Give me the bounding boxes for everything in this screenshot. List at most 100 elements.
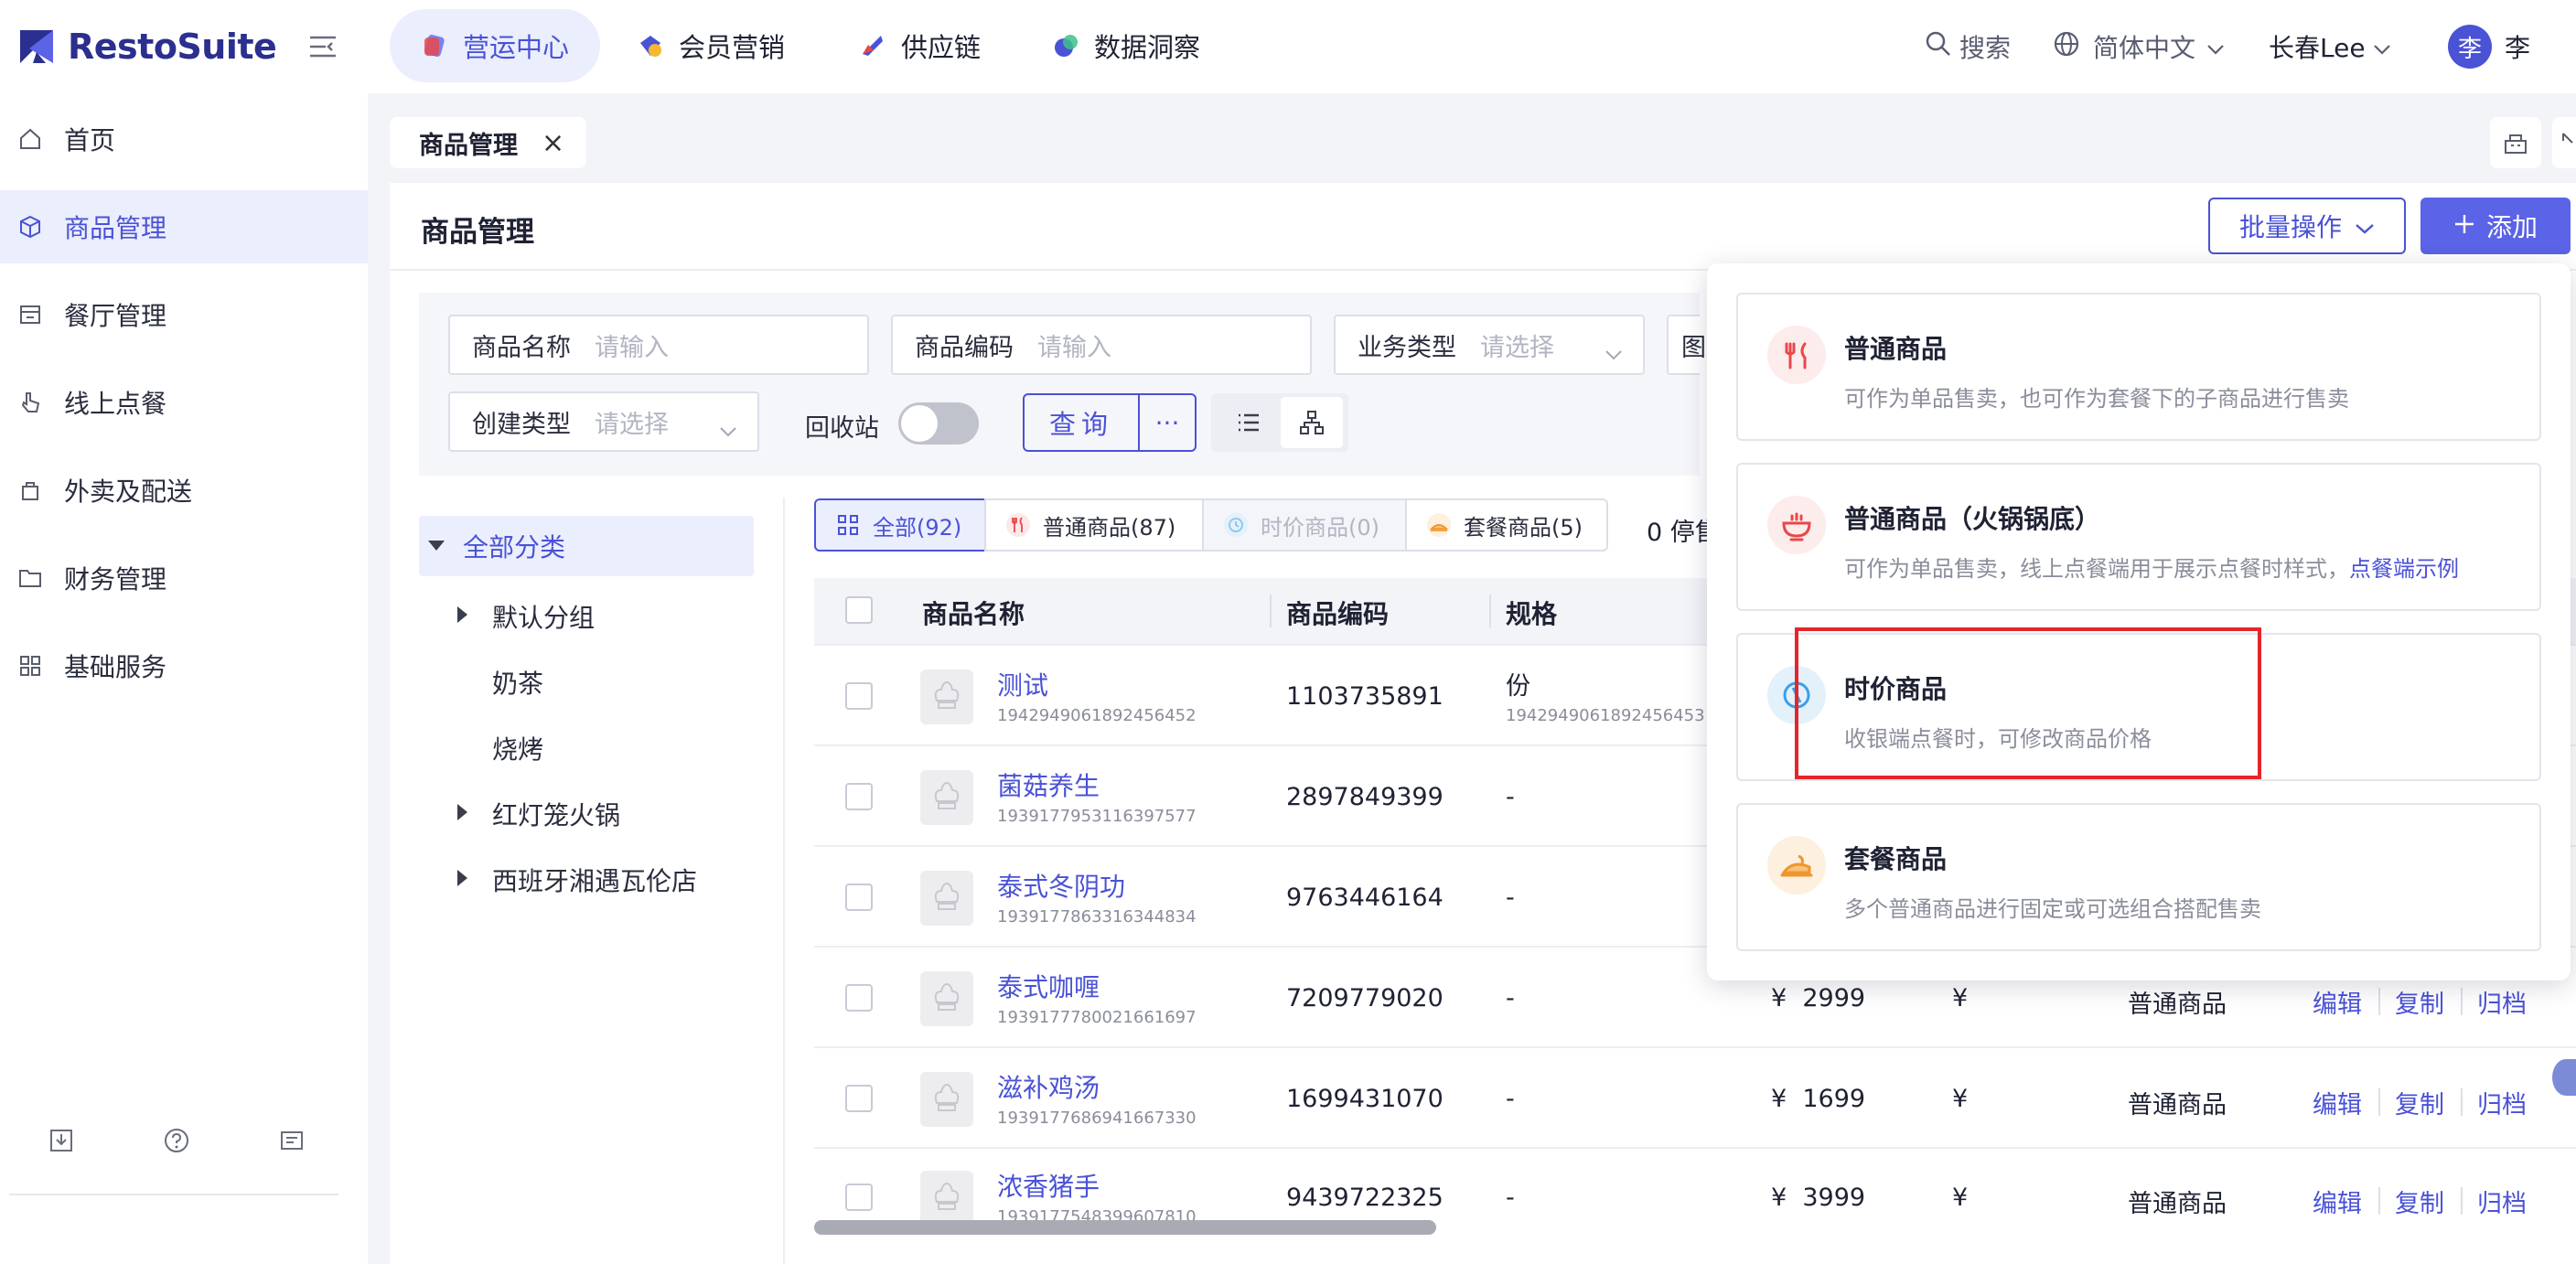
menu-collapse-icon[interactable]	[307, 31, 338, 62]
field-label: 商品名称	[472, 333, 571, 362]
sidebar-item-delivery[interactable]: 外卖及配送	[0, 454, 368, 527]
more-filters-button[interactable]: ···	[1140, 395, 1195, 450]
org-selector[interactable]: 长春Lee	[2269, 20, 2391, 73]
product-spec: -	[1506, 1184, 1515, 1212]
spec-id: 1942949061892456453	[1506, 706, 1705, 725]
product-name-link[interactable]: 浓香猪手	[997, 1167, 1100, 1204]
page-tab-products[interactable]: 商品管理 ×	[390, 117, 587, 168]
copy-link[interactable]: 复制	[2395, 1085, 2444, 1120]
type-tab-normal[interactable]: 普通商品(87)	[984, 498, 1204, 552]
tree-item-default-group[interactable]: 默认分组	[457, 598, 595, 635]
building-icon	[2503, 130, 2528, 159]
add-option-combo[interactable]: 套餐商品 多个普通商品进行固定或可选组合搭配售卖	[1736, 803, 2541, 951]
nav-tab-data-insight[interactable]: 数据洞察	[1021, 9, 1231, 82]
tree-item-hotpot[interactable]: 红灯笼火锅	[457, 796, 620, 832]
product-code-input[interactable]: 请输入	[1014, 327, 1111, 363]
member-price: ¥	[1952, 984, 1969, 1012]
product-name-link[interactable]: 菌菇养生	[997, 766, 1100, 803]
product-name-field[interactable]: 商品名称 请输入	[448, 315, 869, 375]
tab-tool-button[interactable]	[2490, 117, 2541, 168]
copy-link[interactable]: 复制	[2395, 1184, 2444, 1219]
business-type-select[interactable]: 业务类型 请选择	[1334, 315, 1645, 375]
language-selector[interactable]: 简体中文	[2053, 20, 2225, 73]
edit-link[interactable]: 编辑	[2313, 984, 2362, 1020]
nav-tab-member-marketing[interactable]: 会员营销	[606, 9, 816, 82]
tree-item-milk-tea[interactable]: 奶茶	[492, 664, 543, 701]
help-icon[interactable]	[163, 1127, 190, 1154]
product-name-link[interactable]: 泰式咖喱	[997, 968, 1100, 1004]
sidebar-item-home[interactable]: 首页	[0, 102, 368, 176]
ordering-example-link[interactable]: 点餐端示例	[2349, 556, 2459, 582]
recycle-bin-toggle[interactable]	[898, 402, 979, 445]
type-tab-combo[interactable]: 套餐商品(5)	[1405, 498, 1608, 552]
user-menu[interactable]: 李 李	[2448, 20, 2530, 73]
sidebar-item-label: 基础服务	[64, 652, 167, 682]
nav-tab-supply-chain[interactable]: 供应链	[828, 9, 1012, 82]
row-checkbox[interactable]	[845, 884, 873, 911]
sidebar-item-label: 财务管理	[64, 564, 167, 595]
nav-tab-ops-center[interactable]: 营运中心	[390, 9, 601, 82]
row-checkbox[interactable]	[845, 1184, 873, 1211]
row-checkbox[interactable]	[845, 984, 873, 1012]
batch-operation-button[interactable]: 批量操作	[2208, 198, 2406, 254]
tree-item-all[interactable]: 全部分类	[419, 516, 754, 576]
product-type: 普通商品	[2128, 1091, 2227, 1119]
edit-link[interactable]: 编辑	[2313, 1184, 2362, 1219]
sidebar-item-finance[interactable]: 财务管理	[0, 541, 368, 615]
product-code-field[interactable]: 商品编码 请输入	[891, 315, 1312, 375]
fullscreen-button[interactable]	[2552, 117, 2576, 168]
product-price: ¥ 2999	[1771, 984, 1866, 1012]
product-name-input[interactable]: 请输入	[571, 327, 669, 363]
sidebar-item-basic-services[interactable]: 基础服务	[0, 629, 368, 702]
search-label: 搜索	[1959, 33, 2012, 63]
search-button[interactable]: 搜索	[1925, 20, 2011, 73]
query-button[interactable]: 查询	[1025, 395, 1140, 450]
expand-icon	[2560, 130, 2576, 159]
row-checkbox[interactable]	[845, 1085, 873, 1112]
type-tab-all[interactable]: 全部(92)	[814, 498, 986, 552]
copy-link[interactable]: 复制	[2395, 984, 2444, 1020]
row-checkbox[interactable]	[845, 682, 873, 710]
sidebar-item-restaurants[interactable]: 餐厅管理	[0, 278, 368, 351]
sidebar-item-online-order[interactable]: 线上点餐	[0, 366, 368, 439]
add-option-normal[interactable]: 普通商品 可作为单品售卖，也可作为套餐下的子商品进行售卖	[1736, 293, 2541, 441]
sidebar-item-label: 餐厅管理	[64, 301, 167, 331]
product-spec: -	[1506, 884, 1515, 912]
tree-view-button[interactable]	[1281, 397, 1343, 448]
toggle-knob	[901, 405, 938, 442]
download-icon[interactable]	[48, 1127, 75, 1154]
tree-item-spain-store[interactable]: 西班牙湘遇瓦伦店	[457, 862, 697, 898]
tree-item-bbq[interactable]: 烧烤	[492, 730, 543, 766]
create-type-select[interactable]: 创建类型 请选择	[448, 391, 759, 452]
notice-icon[interactable]	[278, 1127, 306, 1154]
archive-link[interactable]: 归档	[2477, 1085, 2527, 1120]
add-option-hotpot[interactable]: 普通商品（火锅锅底） 可作为单品售卖，线上点餐端用于展示点餐时样式，点餐端示例	[1736, 463, 2541, 611]
add-button[interactable]: 添加	[2420, 198, 2571, 254]
row-checkbox[interactable]	[845, 783, 873, 810]
product-thumbnail	[920, 971, 973, 1026]
product-code: 1103735891	[1286, 682, 1444, 711]
category-field[interactable]: 图	[1667, 315, 1706, 375]
select-all-checkbox[interactable]	[845, 596, 873, 624]
horizontal-scrollbar[interactable]	[814, 1220, 1436, 1235]
grid-icon	[836, 513, 860, 537]
floating-assistant-icon[interactable]	[2552, 1059, 2576, 1096]
caret-right-icon	[457, 870, 467, 886]
edit-link[interactable]: 编辑	[2313, 1085, 2362, 1120]
column-divider	[1270, 595, 1272, 627]
column-header-spec: 规格	[1506, 599, 1558, 629]
product-name-link[interactable]: 滋补鸡汤	[997, 1068, 1100, 1105]
close-icon[interactable]: ×	[542, 127, 564, 159]
column-header-name: 商品名称	[922, 599, 1025, 629]
product-name-link[interactable]: 泰式冬阴功	[997, 867, 1125, 904]
product-name-link[interactable]: 测试	[997, 666, 1048, 702]
logo[interactable]: RestoSuite	[16, 24, 277, 70]
member-price: ¥	[1952, 1184, 1969, 1212]
product-type: 普通商品	[2128, 991, 2227, 1019]
archive-link[interactable]: 归档	[2477, 1184, 2527, 1219]
query-button-group: 查询 ···	[1023, 393, 1197, 452]
archive-link[interactable]: 归档	[2477, 984, 2527, 1020]
list-view-button[interactable]	[1217, 397, 1279, 448]
combo-icon	[1427, 513, 1451, 537]
sidebar-item-products[interactable]: 商品管理	[0, 190, 368, 263]
